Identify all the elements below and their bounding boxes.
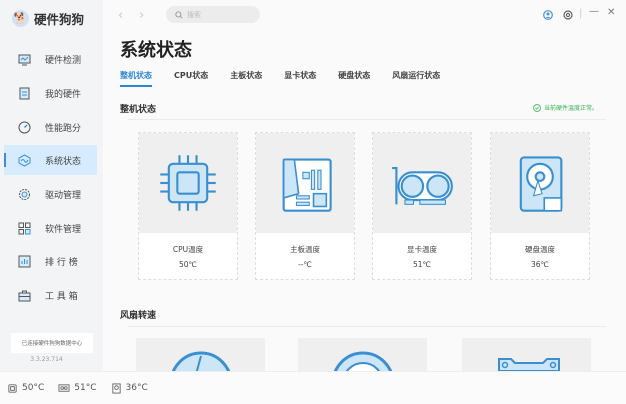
check-circle-icon	[533, 103, 541, 112]
dog-logo-icon: 🐕	[12, 10, 29, 27]
user-icon[interactable]	[543, 10, 553, 20]
close-icon[interactable]: ✕	[607, 7, 615, 18]
card-image	[491, 133, 589, 233]
sidebar-item-gear[interactable]: 驱动管理	[4, 179, 97, 209]
temp-card-gpu[interactable]: 显卡温度 51℃	[372, 132, 472, 280]
motherboard-icon	[282, 158, 332, 212]
sidebar: 🐕 硬件狗狗 硬件检测我的硬件性能跑分系统状态驱动管理软件管理排 行 榜工 具 …	[0, 0, 103, 371]
sidebar-item-label: 我的硬件	[45, 89, 82, 100]
monitor-icon	[18, 54, 31, 65]
temperature-status: 当前硬件温度正常。	[533, 103, 598, 112]
minimize-icon[interactable]: —	[589, 6, 599, 17]
gear-icon	[19, 188, 30, 200]
status-icon	[18, 153, 31, 167]
chart-icon	[18, 255, 31, 267]
cpu-temp-value: 50°C	[22, 383, 45, 393]
card-label: 主板温度	[290, 245, 320, 254]
cpu-icon	[160, 155, 216, 211]
divider	[128, 119, 606, 120]
forward-icon[interactable]: ›	[139, 8, 144, 23]
tab-3[interactable]: 显卡状态	[284, 70, 316, 87]
sidebar-item-chart[interactable]: 排 行 榜	[4, 246, 97, 276]
divider: |	[579, 8, 583, 19]
sidebar-item-label: 工 具 箱	[45, 291, 78, 302]
sidebar-item-status[interactable]: 系统状态	[4, 145, 97, 175]
hdd-icon	[111, 382, 121, 394]
temp-card-motherboard[interactable]: 主板温度 --℃	[255, 132, 355, 280]
version-label: 3.3.23.714	[30, 356, 63, 363]
tab-5[interactable]: 风扇运行状态	[392, 70, 440, 87]
app-logo: 🐕 硬件狗狗	[12, 9, 84, 28]
card-value: 36℃	[531, 260, 549, 269]
sidebar-item-hardware[interactable]: 我的硬件	[4, 78, 97, 108]
sidebar-item-label: 系统状态	[45, 156, 82, 167]
tab-bar: 整机状态 CPU状态 主板状态 显卡状态 硬盘状态 风扇运行状态	[120, 70, 462, 87]
search-input[interactable]: 搜索	[166, 6, 260, 23]
sidebar-item-label: 驱动管理	[45, 190, 82, 201]
gpu-icon	[392, 167, 453, 205]
hardware-icon	[19, 87, 30, 99]
card-value: 50℃	[179, 260, 197, 269]
tab-1[interactable]: CPU状态	[174, 70, 208, 87]
settings-icon[interactable]	[563, 10, 573, 20]
gpu-temp-value: 51°C	[74, 383, 97, 393]
tab-2[interactable]: 主板状态	[230, 70, 262, 87]
tab-0[interactable]: 整机状态	[120, 70, 152, 87]
data-center-status[interactable]: 已连接硬件狗狗数据中心	[11, 333, 93, 353]
app-title: 硬件狗狗	[34, 12, 85, 27]
gauge-icon	[18, 121, 31, 133]
bottom-hdd-temp: 36°C	[111, 382, 148, 394]
bottom-status-bar: 50°C 51°C 36°C	[0, 371, 626, 404]
divider	[128, 326, 606, 327]
temperature-status-text: 当前硬件温度正常。	[544, 105, 599, 112]
sidebar-item-label: 排 行 榜	[45, 257, 78, 268]
temp-card-cpu[interactable]: CPU温度 50℃	[138, 132, 238, 280]
card-image	[373, 133, 471, 233]
sidebar-item-toolbox[interactable]: 工 具 箱	[4, 280, 97, 310]
sidebar-item-gauge[interactable]: 性能跑分	[4, 112, 97, 142]
tab-4[interactable]: 硬盘状态	[338, 70, 370, 87]
hdd-icon	[519, 156, 563, 212]
gpu-icon	[58, 383, 70, 392]
card-label: CPU温度	[172, 245, 204, 254]
cpu-icon	[8, 383, 17, 393]
card-label: 显卡温度	[407, 245, 437, 254]
sidebar-item-label: 软件管理	[45, 224, 82, 235]
search-icon	[175, 10, 183, 19]
card-image	[139, 133, 237, 233]
sidebar-item-apps[interactable]: 软件管理	[4, 213, 97, 243]
bottom-gpu-temp: 51°C	[58, 383, 97, 394]
bottom-cpu-temp: 50°C	[7, 383, 44, 394]
card-label: 硬盘温度	[525, 245, 555, 254]
search-placeholder: 搜索	[187, 10, 201, 19]
section-title-overall: 整机状态	[120, 105, 157, 115]
card-value: --℃	[298, 260, 312, 269]
sidebar-item-monitor[interactable]: 硬件检测	[4, 44, 97, 74]
sidebar-item-label: 硬件检测	[45, 55, 82, 66]
card-image	[256, 133, 354, 233]
section-title-fan: 风扇转速	[120, 311, 157, 321]
card-value: 51℃	[413, 260, 431, 269]
temp-card-hdd[interactable]: 硬盘温度 36℃	[490, 132, 590, 280]
hdd-temp-value: 36°C	[125, 383, 148, 393]
back-icon[interactable]: ‹	[118, 8, 123, 23]
toolbox-icon	[18, 290, 31, 301]
sidebar-item-label: 性能跑分	[45, 123, 82, 134]
apps-icon	[18, 222, 31, 234]
page-title: 系统状态	[120, 40, 192, 61]
